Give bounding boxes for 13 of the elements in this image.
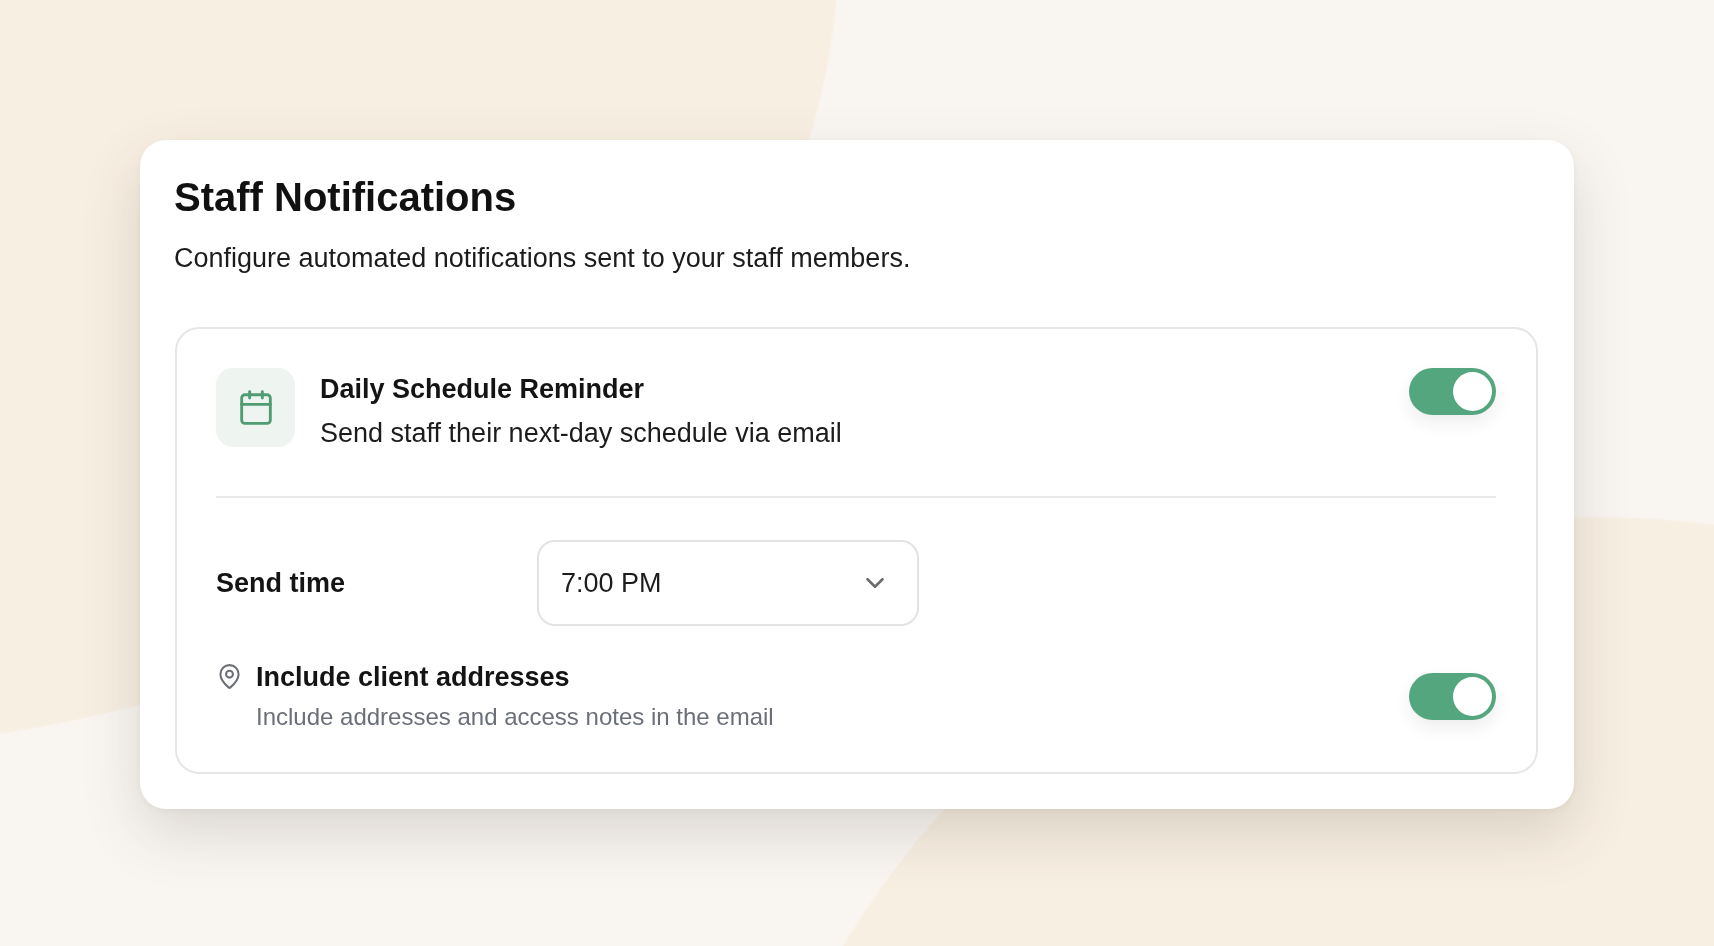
- toggle-switch[interactable]: [1409, 368, 1496, 415]
- toggle-switch[interactable]: [1409, 672, 1496, 720]
- card-subtitle: Configure automated notifications sent to your staff members.: [174, 242, 912, 275]
- setting-title: Include client addresses: [256, 661, 571, 694]
- time-select[interactable]: 7:00 PM: [537, 540, 919, 626]
- setting-label: Send time: [216, 567, 347, 600]
- notification-description: Send staff their next-day schedule via email: [320, 417, 843, 450]
- location-pin-icon: [219, 664, 240, 689]
- calendar-icon: [216, 368, 295, 447]
- setting-description: Include addresses and access notes in the email: [256, 702, 775, 732]
- notification-title: Daily Schedule Reminder: [320, 373, 646, 406]
- chevron-down-icon: [866, 578, 884, 588]
- card-title: Staff Notifications: [174, 174, 518, 221]
